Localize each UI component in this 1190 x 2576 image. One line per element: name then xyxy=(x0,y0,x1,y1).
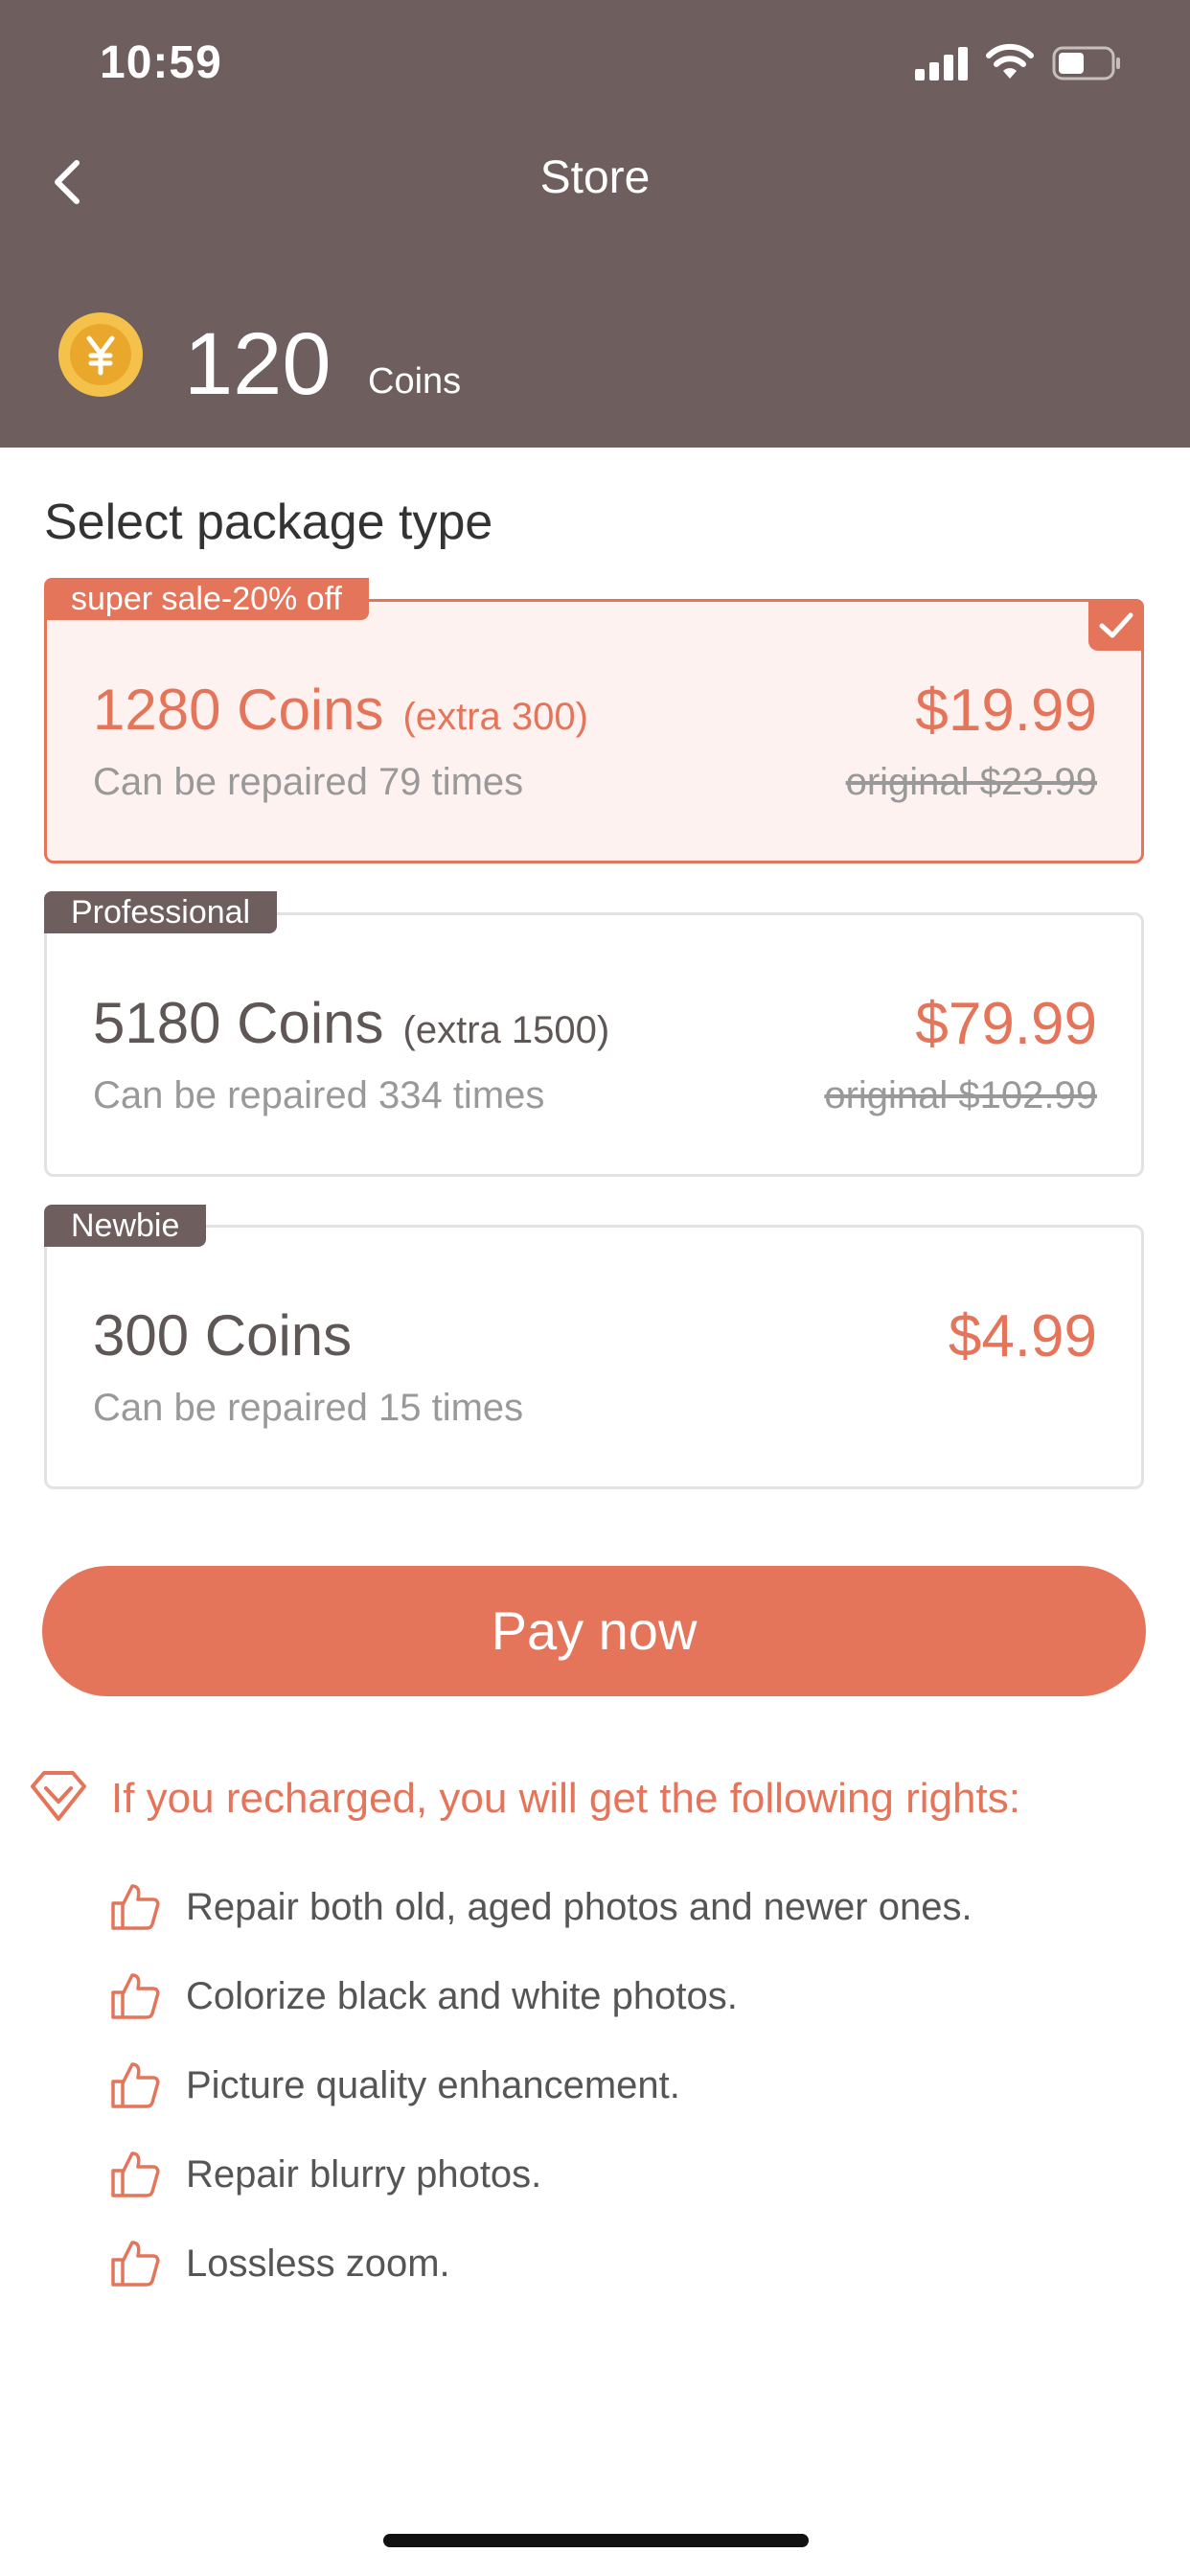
rights-item-text: Lossless zoom. xyxy=(186,2242,450,2285)
package-coins: 5180 Coins xyxy=(93,991,384,1055)
package-card-300[interactable]: 300 Coins Can be repaired 15 times $4.99 xyxy=(44,1225,1144,1489)
package-card-5180[interactable]: 5180 Coins (extra 1500) Can be repaired 3… xyxy=(44,912,1144,1177)
yen-coin-icon xyxy=(58,312,143,397)
page-title: Store xyxy=(539,152,651,203)
thumbs-up-icon xyxy=(111,2151,160,2197)
thumbs-up-icon xyxy=(111,2241,160,2287)
rights-item-text: Repair both old, aged photos and newer o… xyxy=(186,1886,973,1928)
section-title: Select package type xyxy=(44,494,493,550)
package-extra: (extra 1500) xyxy=(402,1009,610,1051)
rights-list-item: Colorize black and white photos. xyxy=(105,1969,1159,2027)
status-time: 10:59 xyxy=(100,37,222,88)
rights-item-text: Picture quality enhancement. xyxy=(186,2064,680,2106)
checkmark-icon xyxy=(1088,599,1144,651)
package-original-price: original $23.99 xyxy=(845,761,1097,803)
package-coins: 300 Coins xyxy=(93,1303,353,1368)
home-indicator[interactable] xyxy=(383,2534,809,2547)
package-price: $19.99 xyxy=(915,678,1097,744)
package-tag: Professional xyxy=(44,891,278,933)
thumbs-up-icon xyxy=(111,2062,160,2108)
package-title: 1280 Coins (extra 300) xyxy=(93,677,588,743)
package-price: $4.99 xyxy=(948,1303,1097,1369)
diamond-icon xyxy=(31,1771,86,1821)
thumbs-up-icon xyxy=(111,1884,160,1930)
package-description: Can be repaired 15 times xyxy=(93,1387,524,1429)
rights-list-item: Lossless zoom. xyxy=(105,2237,1159,2294)
thumbs-up-icon xyxy=(111,1973,160,2019)
package-coins: 1280 Coins xyxy=(93,678,384,742)
cellular-signal-icon xyxy=(915,46,969,80)
package-price: $79.99 xyxy=(915,991,1097,1057)
rights-item-text: Repair blurry photos. xyxy=(186,2153,542,2196)
rights-title: If you recharged, you will get the follo… xyxy=(111,1775,1020,1822)
package-tag: super sale-20% off xyxy=(44,578,369,620)
rights-list-item: Repair both old, aged photos and newer o… xyxy=(105,1880,1159,1938)
package-original-price: original $102.99 xyxy=(824,1074,1097,1116)
battery-icon xyxy=(1052,46,1120,80)
rights-list-item: Repair blurry photos. xyxy=(105,2148,1159,2205)
wifi-icon xyxy=(986,43,1034,79)
package-title: 300 Coins xyxy=(93,1302,352,1368)
package-extra: (extra 300) xyxy=(402,696,588,738)
package-card-1280[interactable]: 1280 Coins (extra 300) Can be repaired 79… xyxy=(44,599,1144,863)
rights-item-text: Colorize black and white photos. xyxy=(186,1975,738,2017)
package-tag: Newbie xyxy=(44,1205,207,1247)
package-description: Can be repaired 334 times xyxy=(93,1074,545,1116)
rights-list-item: Picture quality enhancement. xyxy=(105,2058,1159,2116)
coin-balance-unit: Coins xyxy=(368,361,462,402)
package-description: Can be repaired 79 times xyxy=(93,761,524,803)
coin-balance: 120 xyxy=(184,315,332,413)
pay-now-button[interactable]: Pay now xyxy=(42,1566,1146,1696)
package-title: 5180 Coins (extra 1500) xyxy=(93,990,609,1056)
header: 10:59 Store 120 Coins xyxy=(0,0,1190,448)
